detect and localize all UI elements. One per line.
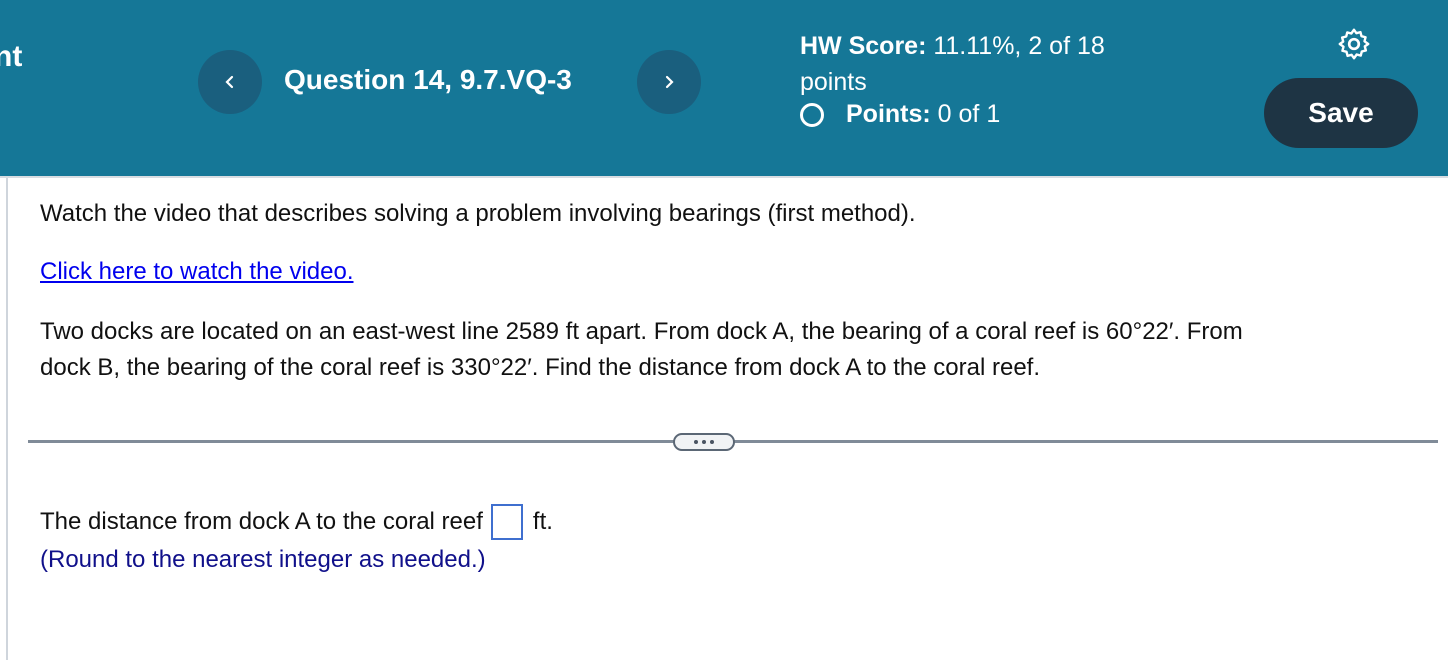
instruction-text: Watch the video that describes solving a… [40,200,916,227]
answer-input[interactable] [490,504,523,540]
chevron-right-icon [665,75,674,89]
header-bar: nt Question 14, 9.7.VQ-3 HW Score: 11.11… [0,0,1448,178]
problem-line-1: Two docks are located on an east-west li… [40,318,1243,345]
problem-text: Two docks are located on an east-west li… [40,314,1400,386]
hw-score-value: 11.11%, 2 of 18 [926,32,1105,60]
next-question-button[interactable] [637,50,701,114]
question-title: Question 14, 9.7.VQ-3 [284,64,572,95]
hw-score-label: HW Score: [800,32,927,60]
dot-icon [694,440,698,444]
hw-score-cont: points [800,68,867,96]
hw-score: HW Score: 11.11%, 2 of 18 points [800,28,1180,100]
problem-line-2: dock B, the bearing of the coral reef is… [40,354,1040,381]
left-border [6,178,8,660]
circle-outline-icon [800,102,824,127]
video-link[interactable]: Click here to watch the video. [40,258,354,286]
answer-unit: ft. [532,508,553,535]
gear-icon[interactable] [1336,26,1372,62]
question-points: Points: 0 of 1 [800,100,1000,129]
previous-question-button[interactable] [198,50,262,114]
answer-prefix: The distance from dock A to the coral re… [40,508,483,535]
points-label: Points: [846,100,931,128]
answer-row: The distance from dock A to the coral re… [40,504,553,540]
dot-icon [702,440,706,444]
expand-more-button[interactable] [673,433,735,451]
dot-icon [710,440,714,444]
points-value: 0 of 1 [937,100,1001,128]
chevron-left-icon [225,75,234,89]
rounding-hint: (Round to the nearest integer as needed.… [40,546,486,573]
title-fragment: nt [0,40,23,73]
save-button[interactable]: Save [1264,78,1418,148]
